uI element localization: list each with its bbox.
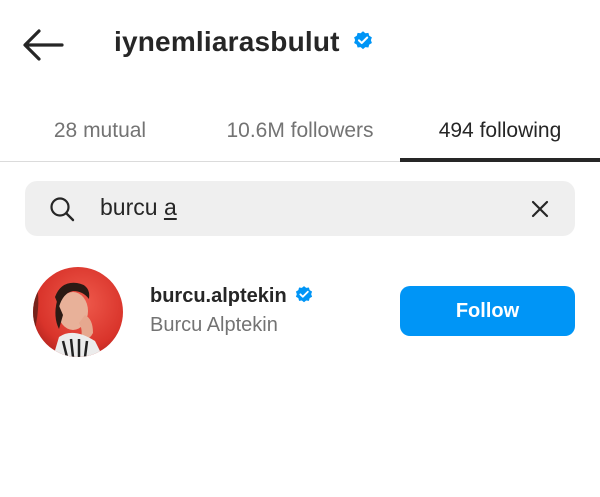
follow-button[interactable]: Follow	[400, 286, 575, 336]
tab-followers[interactable]: 10.6M followers	[200, 100, 400, 162]
search-query-cursor-char: a	[163, 194, 177, 220]
active-tab-indicator	[400, 158, 600, 162]
header: iynemliarasbulut	[0, 0, 600, 88]
verified-badge-icon	[352, 29, 374, 56]
tab-mutual[interactable]: 28 mutual	[0, 100, 200, 162]
search-icon	[49, 196, 75, 222]
result-username[interactable]: burcu.alptekin	[150, 285, 287, 308]
verified-badge-icon	[294, 284, 314, 309]
profile-title: iynemliarasbulut	[114, 26, 374, 58]
list-item[interactable]: burcu.alptekin Burcu Alptekin Follow	[0, 264, 600, 357]
search-input[interactable]: burcu a	[25, 181, 575, 236]
result-username-row: burcu.alptekin	[150, 284, 314, 309]
search-query[interactable]: burcu a	[100, 194, 177, 221]
back-button[interactable]	[22, 28, 64, 62]
avatar[interactable]	[33, 267, 123, 357]
result-full-name: Burcu Alptekin	[150, 314, 278, 336]
follow-tabs: 28 mutual 10.6M followers 494 following	[0, 100, 600, 162]
close-icon[interactable]	[529, 198, 551, 220]
profile-username: iynemliarasbulut	[114, 26, 340, 57]
search-query-prefix: burcu	[100, 194, 164, 220]
tab-following[interactable]: 494 following	[400, 100, 600, 162]
arrow-left-icon	[23, 29, 64, 61]
